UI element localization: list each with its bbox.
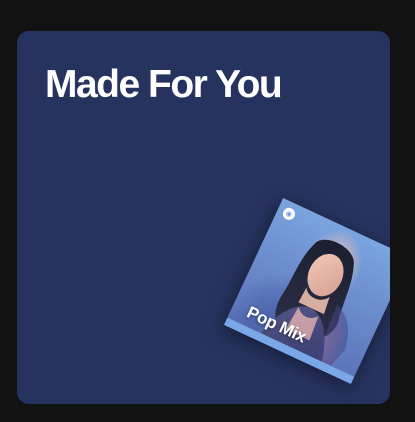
browse-area: Made For You ◉ Pop Mix xyxy=(0,0,415,422)
made-for-you-card[interactable]: Made For You ◉ Pop Mix xyxy=(17,31,390,404)
cover-art: ◉ Pop Mix xyxy=(223,197,390,385)
card-title: Made For You xyxy=(45,63,283,106)
playlist-cover: ◉ Pop Mix xyxy=(223,197,390,385)
